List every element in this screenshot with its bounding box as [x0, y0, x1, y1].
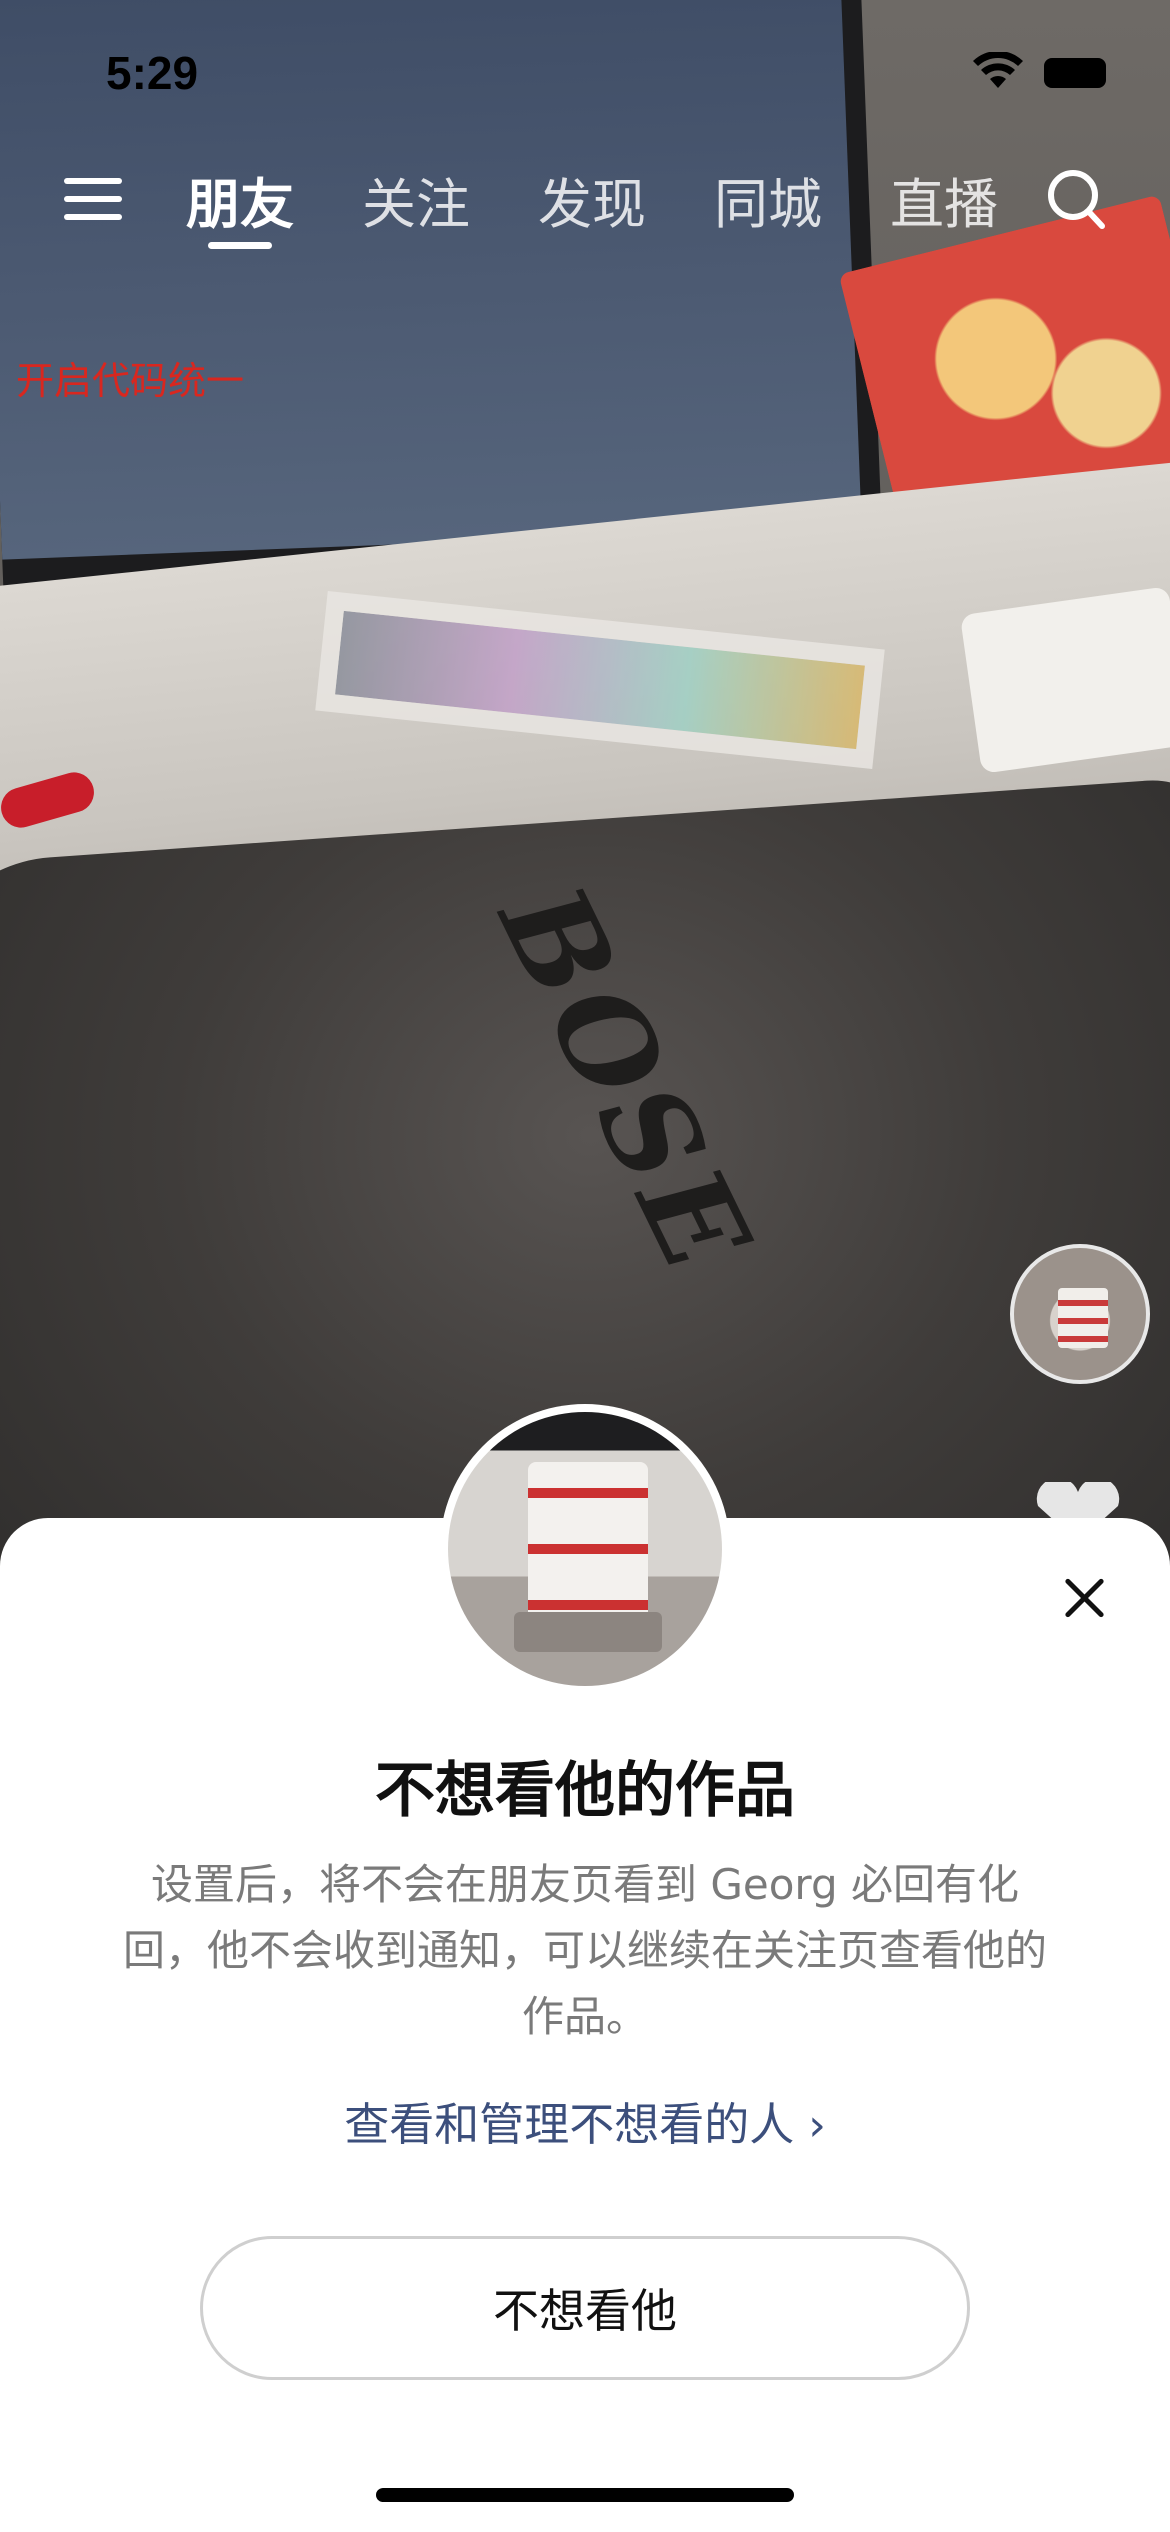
tab-live[interactable]: 直播	[890, 160, 998, 239]
status-time: 5:29	[106, 47, 199, 99]
close-button[interactable]	[1058, 1572, 1110, 1624]
cube-stand	[514, 1612, 662, 1652]
sheet-description: 设置后，将不会在朋友页看到 Georg 必回有化回，他不会收到通知，可以继续在关…	[122, 1860, 1047, 2041]
wifi-icon	[973, 52, 1023, 88]
sheet-title: 不想看他的作品	[375, 1756, 795, 1826]
author-avatar[interactable]	[1010, 1244, 1150, 1384]
home-indicator[interactable]	[376, 2488, 794, 2502]
tab-discover[interactable]: 发现	[538, 160, 646, 239]
tab-following[interactable]: 关注	[362, 160, 470, 239]
chevron-right-icon: ›	[808, 2100, 826, 2151]
charger	[959, 586, 1170, 774]
hide-author-button[interactable]: 不想看他	[200, 2236, 970, 2380]
cube-toy	[528, 1462, 648, 1632]
manage-link-label: 查看和管理不想看的人	[344, 2098, 795, 2151]
tab-friends[interactable]: 朋友	[186, 160, 294, 239]
tab-nearby[interactable]: 同城	[714, 160, 822, 239]
top-nav: 朋友 关注 发现 同城 直播	[0, 160, 1170, 260]
manage-hidden-users-link[interactable]: 查看和管理不想看的人 ›	[0, 2088, 1170, 2153]
code-unify-label: 开启代码统一	[16, 359, 245, 403]
battery-icon	[1044, 58, 1106, 88]
status-bar: 5:29	[0, 0, 1170, 140]
menu-icon[interactable]	[64, 172, 122, 222]
sheet-avatar	[440, 1404, 730, 1694]
active-tab-indicator	[208, 242, 272, 249]
search-icon[interactable]	[1046, 168, 1106, 232]
